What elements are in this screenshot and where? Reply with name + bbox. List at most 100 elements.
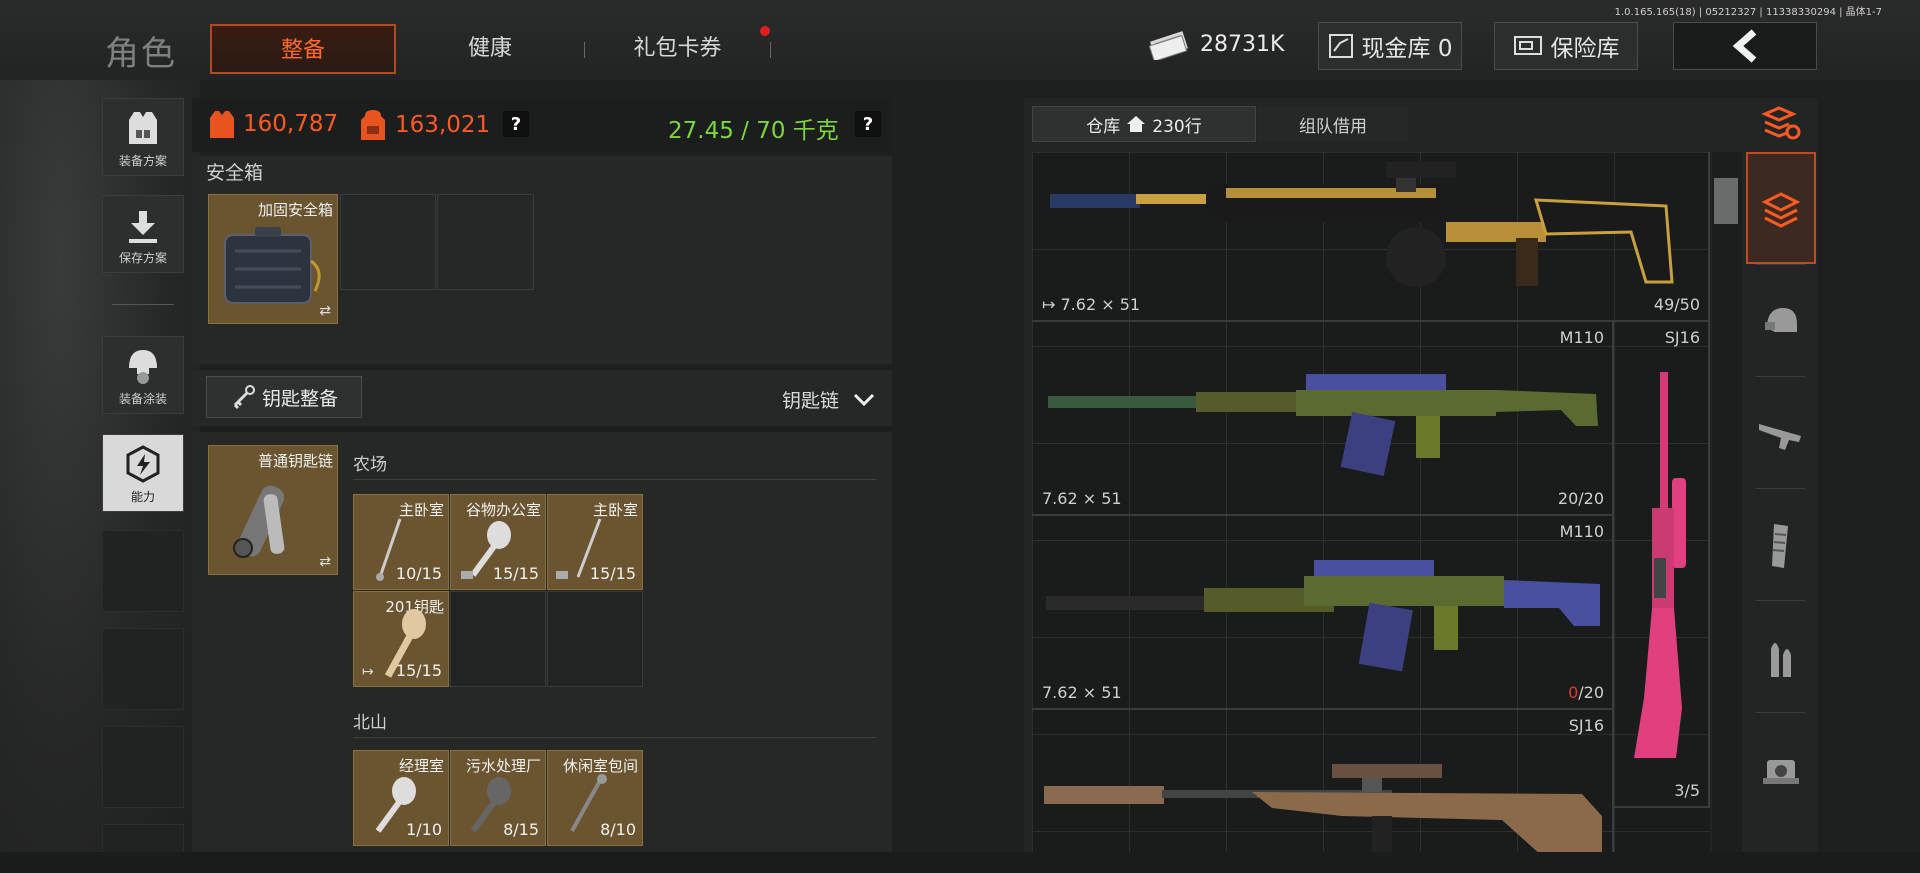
tab-loadout[interactable]: 整备 <box>210 24 396 74</box>
key-group-divider <box>353 737 876 738</box>
tab-gift-cards[interactable]: 礼包卡券 <box>590 24 765 74</box>
key-count: 10/15 <box>395 564 442 583</box>
key-group-heading: 农场 <box>353 455 387 475</box>
helmet-icon <box>1765 308 1797 332</box>
sidebar-label: 能力 <box>130 490 155 504</box>
armor-icon <box>210 111 234 138</box>
key-count: 15/15 <box>589 564 636 583</box>
safebox-empty-slot[interactable] <box>340 194 436 290</box>
sidebar-loadout-plan[interactable]: 装备方案 <box>102 98 184 176</box>
scrollbar-track[interactable] <box>1712 152 1742 852</box>
key-empty-slot[interactable] <box>547 591 643 687</box>
key-item[interactable]: 休闲室包间 8/10 <box>547 750 643 846</box>
safebox-empty-slot[interactable] <box>437 194 534 290</box>
back-button[interactable] <box>1673 22 1817 70</box>
item-name: SJ16 <box>1568 716 1604 735</box>
version-info: 1.0.165.165(18) | 05212327 | 11338330294… <box>1614 7 1882 18</box>
key-chain-name: 普通钥匙链 <box>257 452 333 470</box>
weight-readout: 27.45 / 70 千克 <box>668 118 839 144</box>
key-name: 主卧室 <box>398 501 444 519</box>
item-name: M110 <box>1559 328 1604 347</box>
caliber-text: 7.62 × 51 <box>1060 295 1141 314</box>
item-name: SJ16 <box>1664 328 1700 347</box>
scrollbar-thumb[interactable] <box>1714 178 1738 224</box>
key-item[interactable]: 污水处理厂 8/15 <box>450 750 546 846</box>
key-item[interactable]: 谷物办公室 15/15 <box>450 494 546 590</box>
sort-icon <box>1761 106 1801 140</box>
armor-value: 160,787 <box>243 111 339 137</box>
move-out-icon: ↦ <box>362 664 374 680</box>
sidebar-empty-slot <box>102 628 184 710</box>
sidebar-save-plan[interactable]: 保存方案 <box>102 195 184 273</box>
key-empty-slot[interactable] <box>450 591 546 687</box>
tab-team-borrow[interactable]: 组队借用 <box>1258 106 1408 142</box>
tab-divider <box>1756 264 1806 265</box>
ability-icon <box>126 445 160 483</box>
category-tab-helmet[interactable] <box>1746 266 1816 378</box>
sort-button[interactable] <box>1746 98 1816 148</box>
tab-divider <box>1756 600 1806 601</box>
move-out-icon: ↦ <box>1042 295 1061 314</box>
key-item[interactable]: 201钥匙 ↦ 15/15 <box>353 591 449 687</box>
sniper-rifle-icon <box>1044 764 1602 856</box>
ammo-icon <box>1771 643 1791 677</box>
key-count: 15/15 <box>492 564 539 583</box>
sidebar-paint[interactable]: 装备涂装 <box>102 336 184 414</box>
item-caliber: 7.62 × 51 <box>1042 683 1122 702</box>
warehouse-item[interactable]: M110 7.62 × 51 0/20 <box>1032 516 1614 710</box>
item-name: M110 <box>1559 522 1604 541</box>
key-chain-dropdown[interactable]: 钥匙链 <box>782 386 875 413</box>
swap-icon[interactable]: ⇄ <box>319 554 331 570</box>
safebox-name: 加固安全箱 <box>257 201 333 219</box>
warehouse-item[interactable]: M110 7.62 × 51 20/20 <box>1032 322 1614 516</box>
warehouse-item[interactable]: SJ16 <box>1032 710 1614 856</box>
item-count-max: /20 <box>1578 683 1604 702</box>
cash-storage-button[interactable]: 现金库 0 <box>1318 22 1462 70</box>
page-title: 角色 <box>105 34 177 74</box>
value-help-button[interactable]: ? <box>503 111 529 137</box>
item-count: 3/5 <box>1674 781 1700 800</box>
key-chain-item[interactable]: 普通钥匙链 ⇄ <box>208 445 338 575</box>
key-item[interactable]: 主卧室 15/15 <box>547 494 643 590</box>
category-tab-all[interactable] <box>1746 152 1816 264</box>
tab-divider <box>1756 712 1806 713</box>
helmet-icon <box>129 350 157 384</box>
category-tab-attachment[interactable] <box>1746 714 1816 826</box>
layers-icon <box>1761 192 1801 228</box>
warehouse-rows: 230行 <box>1152 116 1202 137</box>
safe-icon <box>1513 36 1542 55</box>
key-item[interactable]: 经理室 1/10 <box>353 750 449 846</box>
cash-display: 28731K <box>1148 24 1288 66</box>
category-tab-ammo[interactable] <box>1746 602 1816 714</box>
key-count: 8/10 <box>600 820 636 839</box>
category-tab-magazine[interactable] <box>1746 490 1816 602</box>
tab-warehouse[interactable]: 仓库 230行 <box>1032 106 1256 142</box>
warehouse-item[interactable]: ↦ 7.62 × 51 49/50 <box>1032 152 1710 322</box>
tab-divider <box>1756 376 1806 377</box>
sidebar-ability[interactable]: 能力 <box>102 434 184 512</box>
key-chain-icon <box>233 485 285 558</box>
item-caliber: 7.62 × 51 <box>1042 489 1122 508</box>
swap-icon[interactable]: ⇄ <box>319 303 331 319</box>
safe-button[interactable]: 保险库 <box>1494 22 1638 70</box>
key-item[interactable]: 主卧室 10/15 <box>353 494 449 590</box>
item-caliber: ↦ 7.62 × 51 <box>1042 295 1140 314</box>
storage-icon <box>1328 34 1353 58</box>
key-loadout-button[interactable]: 钥匙整备 <box>206 376 362 418</box>
safebox-item[interactable]: 加固安全箱 ⇄ <box>208 194 338 324</box>
safebox-case-icon <box>224 227 321 304</box>
warehouse-item[interactable]: SJ16 3/5 <box>1614 322 1710 808</box>
sidebar-empty-slot <box>102 726 184 808</box>
tab-divider <box>770 42 771 58</box>
sidebar-label: 保存方案 <box>118 251 167 265</box>
tab-health[interactable]: 健康 <box>400 24 580 74</box>
home-icon <box>1127 116 1146 132</box>
magazine-icon <box>1772 524 1788 568</box>
item-count-empty: 0 <box>1568 683 1579 702</box>
backpack-icon <box>361 110 385 140</box>
machine-gun-icon <box>1050 162 1674 287</box>
key-loadout-label: 钥匙整备 <box>261 387 338 410</box>
weight-help-button[interactable]: ? <box>855 111 881 137</box>
key-count: 15/15 <box>395 661 442 680</box>
category-tab-weapon[interactable] <box>1746 378 1816 490</box>
